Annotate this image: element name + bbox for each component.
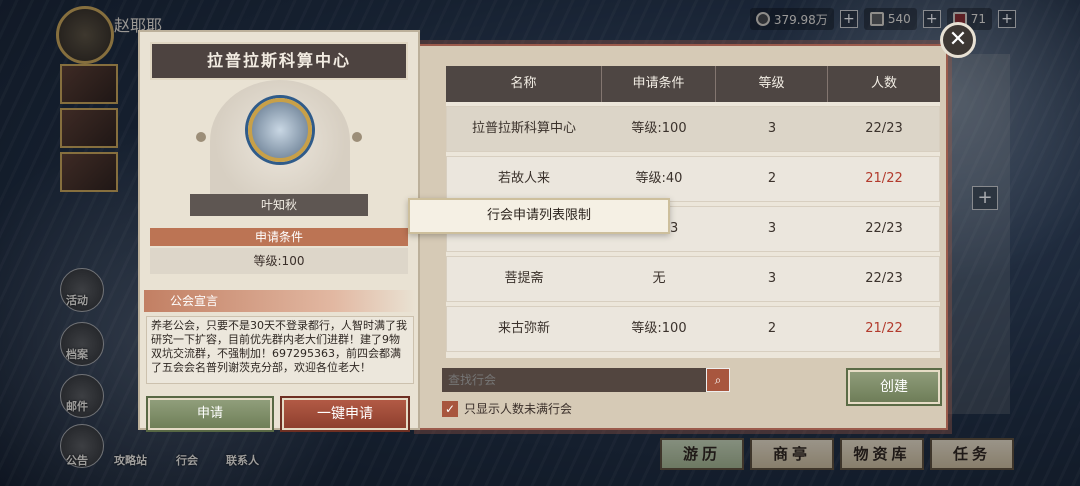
quick-apply-button[interactable]: 一键申请: [280, 396, 410, 432]
emblem-frame: [210, 80, 350, 202]
guild-list-panel: 名称 申请条件 等级 人数 拉普拉斯科算中心 等级:100 3 22/23 若故…: [418, 44, 948, 430]
requirement-value: 等级:100: [150, 248, 408, 274]
header-members: 人数: [870, 76, 897, 91]
declaration-header: 公会宣言: [144, 290, 416, 312]
filter-label: 只显示人数未满行会: [464, 402, 573, 416]
guild-condition: 无: [652, 271, 666, 286]
table-row[interactable]: 拉普拉斯科算中心 等级:100 3 22/23: [446, 106, 940, 152]
header-name: 名称: [446, 66, 602, 102]
table-header: 名称 申请条件 等级 人数: [446, 66, 940, 102]
guild-level: 3: [767, 271, 777, 286]
guild-members: 22/23: [865, 271, 903, 286]
guild-condition: 等级:100: [631, 121, 687, 136]
filter-not-full[interactable]: ✓ 只显示人数未满行会: [442, 400, 572, 417]
checkbox-icon[interactable]: ✓: [442, 400, 458, 417]
guild-members: 21/22: [865, 171, 903, 186]
declaration-text: 养老公会，只要不是30天不登录都行，人智时满了我研究一下扩容，目前优先群内老大们…: [146, 316, 414, 384]
guild-apply-limit-tooltip: 行会申请列表限制: [408, 198, 670, 234]
ornament-dot: [352, 132, 362, 142]
apply-button[interactable]: 申请: [146, 396, 274, 432]
requirement-header: 申请条件: [150, 228, 408, 246]
guild-leader: 叶知秋: [190, 194, 368, 216]
guild-name: 若故人来: [497, 171, 550, 186]
guild-condition: 等级:100: [631, 321, 687, 336]
header-level: 等级: [716, 66, 828, 102]
guild-level: 3: [767, 221, 777, 236]
guild-condition: 等级:40: [635, 171, 683, 186]
guild-level: 2: [767, 321, 777, 336]
header-condition: 申请条件: [602, 66, 716, 102]
guild-level: 3: [767, 121, 777, 136]
close-icon[interactable]: ✕: [940, 22, 976, 58]
guild-name: 来古弥新: [497, 321, 550, 336]
table-row[interactable]: 来古弥新 等级:100 2 21/22: [446, 306, 940, 352]
guild-level: 2: [767, 171, 777, 186]
guild-detail-panel: 拉普拉斯科算中心 叶知秋 申请条件 等级:100 公会宣言 养老公会，只要不是3…: [138, 30, 420, 432]
create-guild-button[interactable]: 创建: [846, 368, 942, 406]
search-icon[interactable]: ⌕: [706, 368, 730, 392]
search-input[interactable]: [442, 368, 704, 392]
table-row[interactable]: 若故人来 等级:40 2 21/22: [446, 156, 940, 202]
ornament-dot: [196, 132, 206, 142]
guild-emblem-icon: [248, 98, 312, 162]
guild-members: 22/23: [865, 221, 903, 236]
guild-members: 21/22: [865, 321, 903, 336]
guild-members: 22/23: [865, 121, 903, 136]
guild-name: 拉普拉斯科算中心: [471, 121, 576, 136]
guild-search: ⌕: [442, 368, 730, 392]
guild-title: 拉普拉斯科算中心: [150, 42, 408, 80]
guild-name: 菩提斋: [504, 271, 544, 286]
table-row[interactable]: 菩提斋 无 3 22/23: [446, 256, 940, 302]
